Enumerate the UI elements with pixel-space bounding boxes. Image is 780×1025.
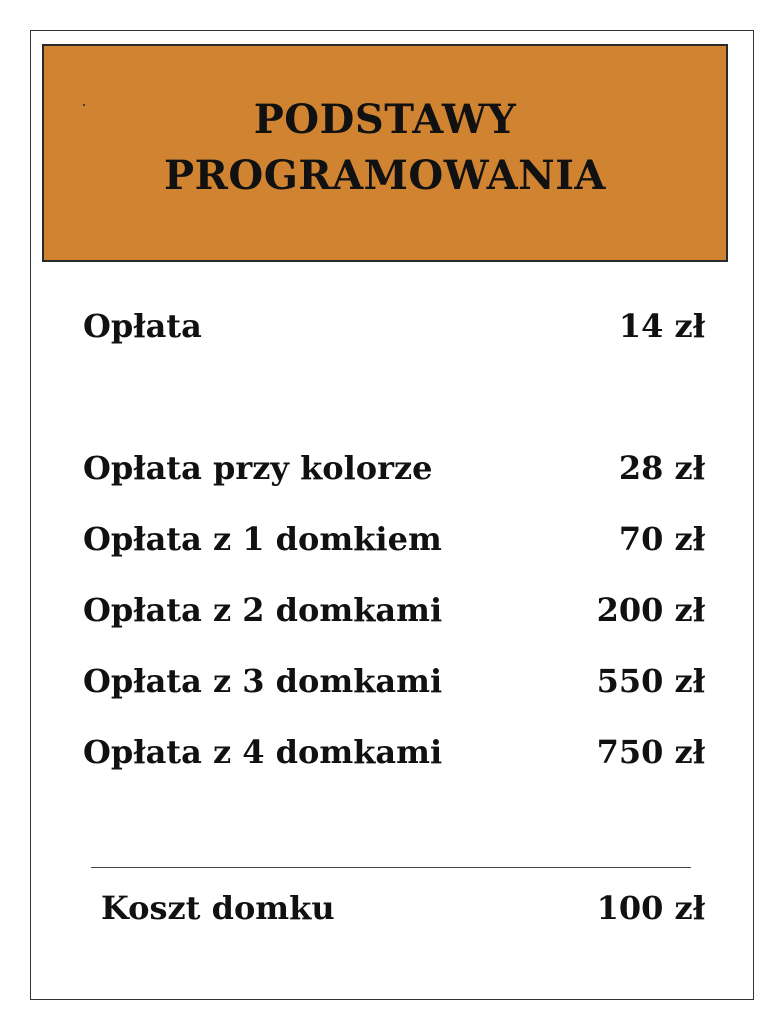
rent-base-row: Opłata 14 zł	[83, 301, 705, 351]
rent-1-house-row: Opłata z 1 domkiem 70 zł	[83, 514, 705, 564]
rent-3-houses-value: 550 zł	[596, 662, 705, 700]
rent-1-house-value: 70 zł	[618, 520, 705, 558]
rent-color-set-label: Opłata przy kolorze	[83, 449, 433, 487]
divider-line	[91, 867, 691, 868]
rent-3-houses-label: Opłata z 3 domkami	[83, 662, 443, 700]
rent-base-label: Opłata	[83, 307, 202, 345]
title-line-1: PODSTAWY	[253, 96, 517, 143]
rent-4-houses-label: Opłata z 4 domkami	[83, 733, 443, 771]
rent-color-set-value: 28 zł	[618, 449, 705, 487]
rent-4-houses-value: 750 zł	[596, 733, 705, 771]
house-cost-row: Koszt domku 100 zł	[101, 883, 705, 933]
rent-4-houses-row: Opłata z 4 domkami 750 zł	[83, 727, 705, 777]
rent-2-houses-value: 200 zł	[596, 591, 705, 629]
rent-color-set-row: Opłata przy kolorze 28 zł	[83, 443, 705, 493]
rent-2-houses-row: Opłata z 2 domkami 200 zł	[83, 585, 705, 635]
title-line-2: PROGRAMOWANIA	[164, 152, 606, 199]
house-cost-label: Koszt domku	[101, 889, 335, 927]
rent-base-value: 14 zł	[618, 307, 705, 345]
house-cost-value: 100 zł	[596, 889, 705, 927]
rent-2-houses-label: Opłata z 2 domkami	[83, 591, 443, 629]
property-card: PODSTAWY PROGRAMOWANIA Opłata 14 zł Opła…	[30, 30, 754, 1000]
card-header: PODSTAWY PROGRAMOWANIA	[42, 44, 728, 262]
rent-1-house-label: Opłata z 1 domkiem	[83, 520, 442, 558]
rent-3-houses-row: Opłata z 3 domkami 550 zł	[83, 656, 705, 706]
property-title: PODSTAWY PROGRAMOWANIA	[44, 92, 726, 204]
